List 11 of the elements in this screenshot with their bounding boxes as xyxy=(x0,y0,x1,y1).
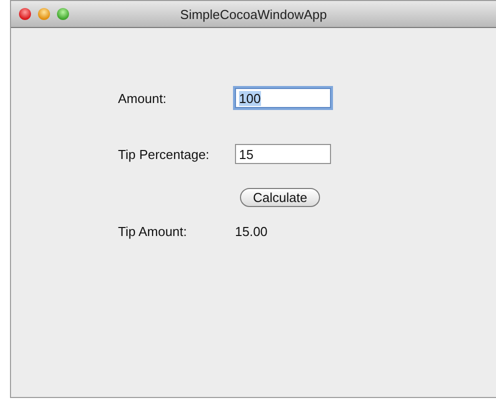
window-title: SimpleCocoaWindowApp xyxy=(180,7,327,22)
close-button[interactable] xyxy=(19,8,31,20)
zoom-button[interactable] xyxy=(57,8,69,20)
minimize-button[interactable] xyxy=(38,8,50,20)
result-label: Tip Amount: xyxy=(118,224,188,238)
result-value: 15.00 xyxy=(235,224,268,238)
field-label: Tip Percentage: xyxy=(118,146,210,162)
input-field[interactable]: 100 xyxy=(235,88,331,108)
calculate-button[interactable]: Calculate xyxy=(240,188,320,207)
field-label: Amount: xyxy=(118,90,168,106)
input-field[interactable]: 15 xyxy=(235,144,331,164)
